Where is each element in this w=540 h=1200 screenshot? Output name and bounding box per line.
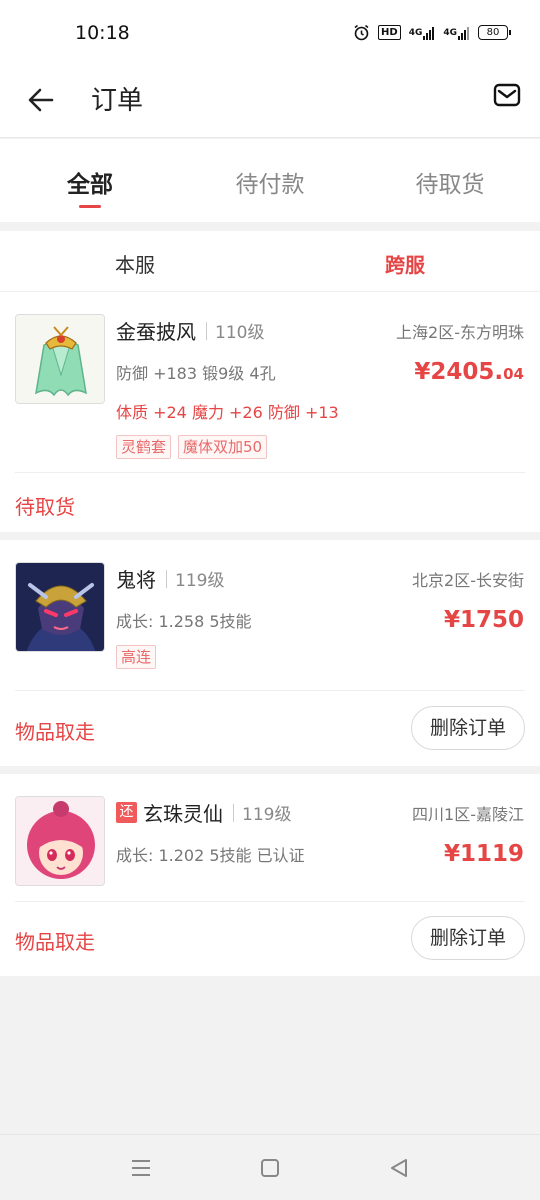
- item-tags: 灵鹤套 魔体双加50: [116, 435, 268, 459]
- segment-local-server[interactable]: 本服: [0, 231, 270, 291]
- network-label-2: 4G: [443, 27, 457, 38]
- item-price: ¥2405.04: [414, 359, 524, 385]
- order-card[interactable]: 金蚕披风 110级 上海2区-东方明珠 防御 +183 锻9级 4孔 ¥2405…: [0, 292, 540, 532]
- item-title: 金蚕披风 110级: [116, 316, 264, 345]
- tab-pending-payment[interactable]: 待付款: [180, 139, 360, 222]
- menu-icon: [132, 1160, 150, 1176]
- fairy-pet-icon: [16, 797, 104, 885]
- hd-indicator: HD: [378, 25, 401, 40]
- item-level: 119级: [175, 571, 225, 591]
- order-card[interactable]: 鬼将 119级 北京2区-长安街 成长: 1.258 5技能 ¥1750 高连 …: [0, 540, 540, 766]
- item-attributes: 成长: 1.202 5技能 已认证: [116, 846, 305, 865]
- system-nav-bar: [0, 1134, 540, 1200]
- server-name: 四川1区-嘉陵江: [412, 805, 524, 824]
- order-tabs: 全部 待付款 待取货: [0, 139, 540, 222]
- page-title: 订单: [91, 86, 144, 116]
- item-name: 鬼将: [116, 568, 156, 592]
- item-thumbnail: [15, 562, 105, 652]
- divider: [166, 569, 167, 588]
- delete-order-button[interactable]: 删除订单: [411, 706, 525, 750]
- order-status: 待取货: [15, 495, 75, 519]
- price-decimal: 04: [503, 365, 524, 383]
- home-button[interactable]: [257, 1155, 283, 1181]
- item-level: 119级: [242, 805, 292, 825]
- delete-order-button[interactable]: 删除订单: [411, 916, 525, 960]
- tab-pending-pickup[interactable]: 待取货: [360, 139, 540, 222]
- tag: 魔体双加50: [178, 435, 268, 459]
- card-divider: [15, 901, 525, 902]
- cape-item-icon: [16, 315, 104, 403]
- item-title: 鬼将 119级: [116, 564, 224, 593]
- divider: [233, 803, 234, 822]
- mail-button[interactable]: [492, 80, 526, 114]
- menu-button[interactable]: [128, 1155, 154, 1181]
- segment-cross-server[interactable]: 跨服: [270, 231, 540, 291]
- home-square-icon: [261, 1159, 279, 1177]
- alarm-icon: [353, 24, 370, 41]
- item-thumbnail: [15, 314, 105, 404]
- item-name: 玄珠灵仙: [143, 802, 223, 826]
- app-bar: 订单: [0, 66, 540, 138]
- status-icons: HD 4G 4G 80: [353, 24, 511, 41]
- card-divider: [15, 472, 525, 473]
- order-card[interactable]: 还 玄珠灵仙 119级 四川1区-嘉陵江 成长: 1.202 5技能 已认证 ¥…: [0, 774, 540, 976]
- server-segment: 本服 跨服: [0, 231, 540, 292]
- ghost-general-pet-icon: [16, 563, 104, 651]
- item-attributes: 防御 +183 锻9级 4孔: [116, 364, 276, 383]
- price-integer: ¥2405.: [414, 359, 504, 385]
- signal-icon-2: 4G: [443, 26, 470, 40]
- tag: 高连: [116, 645, 157, 669]
- item-level: 110级: [215, 323, 265, 343]
- card-divider: [15, 690, 525, 691]
- item-attributes: 成长: 1.258 5技能: [116, 612, 252, 631]
- status-time: 10:18: [75, 22, 130, 44]
- item-title: 还 玄珠灵仙 119级: [116, 798, 291, 827]
- order-status: 物品取走: [15, 720, 95, 744]
- price-integer: ¥1119: [443, 841, 524, 867]
- item-tags: 高连: [116, 645, 157, 669]
- system-back-button[interactable]: [386, 1155, 412, 1181]
- back-button[interactable]: [22, 80, 62, 120]
- divider: [206, 321, 207, 340]
- tab-all[interactable]: 全部: [0, 139, 180, 222]
- server-name: 北京2区-长安街: [412, 571, 524, 590]
- mail-icon: [493, 83, 521, 107]
- status-bar: 10:18 HD 4G 4G 80: [0, 0, 540, 66]
- item-price: ¥1119: [444, 841, 524, 867]
- item-price: ¥1750: [444, 607, 524, 633]
- arrow-left-icon: [28, 88, 54, 112]
- signal-icon: 4G: [409, 26, 436, 40]
- item-thumbnail: [15, 796, 105, 886]
- return-badge: 还: [116, 802, 137, 823]
- special-attributes: 体质 +24 魔力 +26 防御 +13: [116, 403, 339, 422]
- item-name: 金蚕披风: [116, 320, 196, 344]
- network-label-1: 4G: [408, 27, 423, 38]
- back-triangle-icon: [391, 1159, 407, 1177]
- battery-icon: 80: [478, 25, 511, 40]
- order-status: 物品取走: [15, 930, 95, 954]
- tag: 灵鹤套: [116, 435, 172, 459]
- server-name: 上海2区-东方明珠: [396, 323, 524, 342]
- price-integer: ¥1750: [443, 607, 524, 633]
